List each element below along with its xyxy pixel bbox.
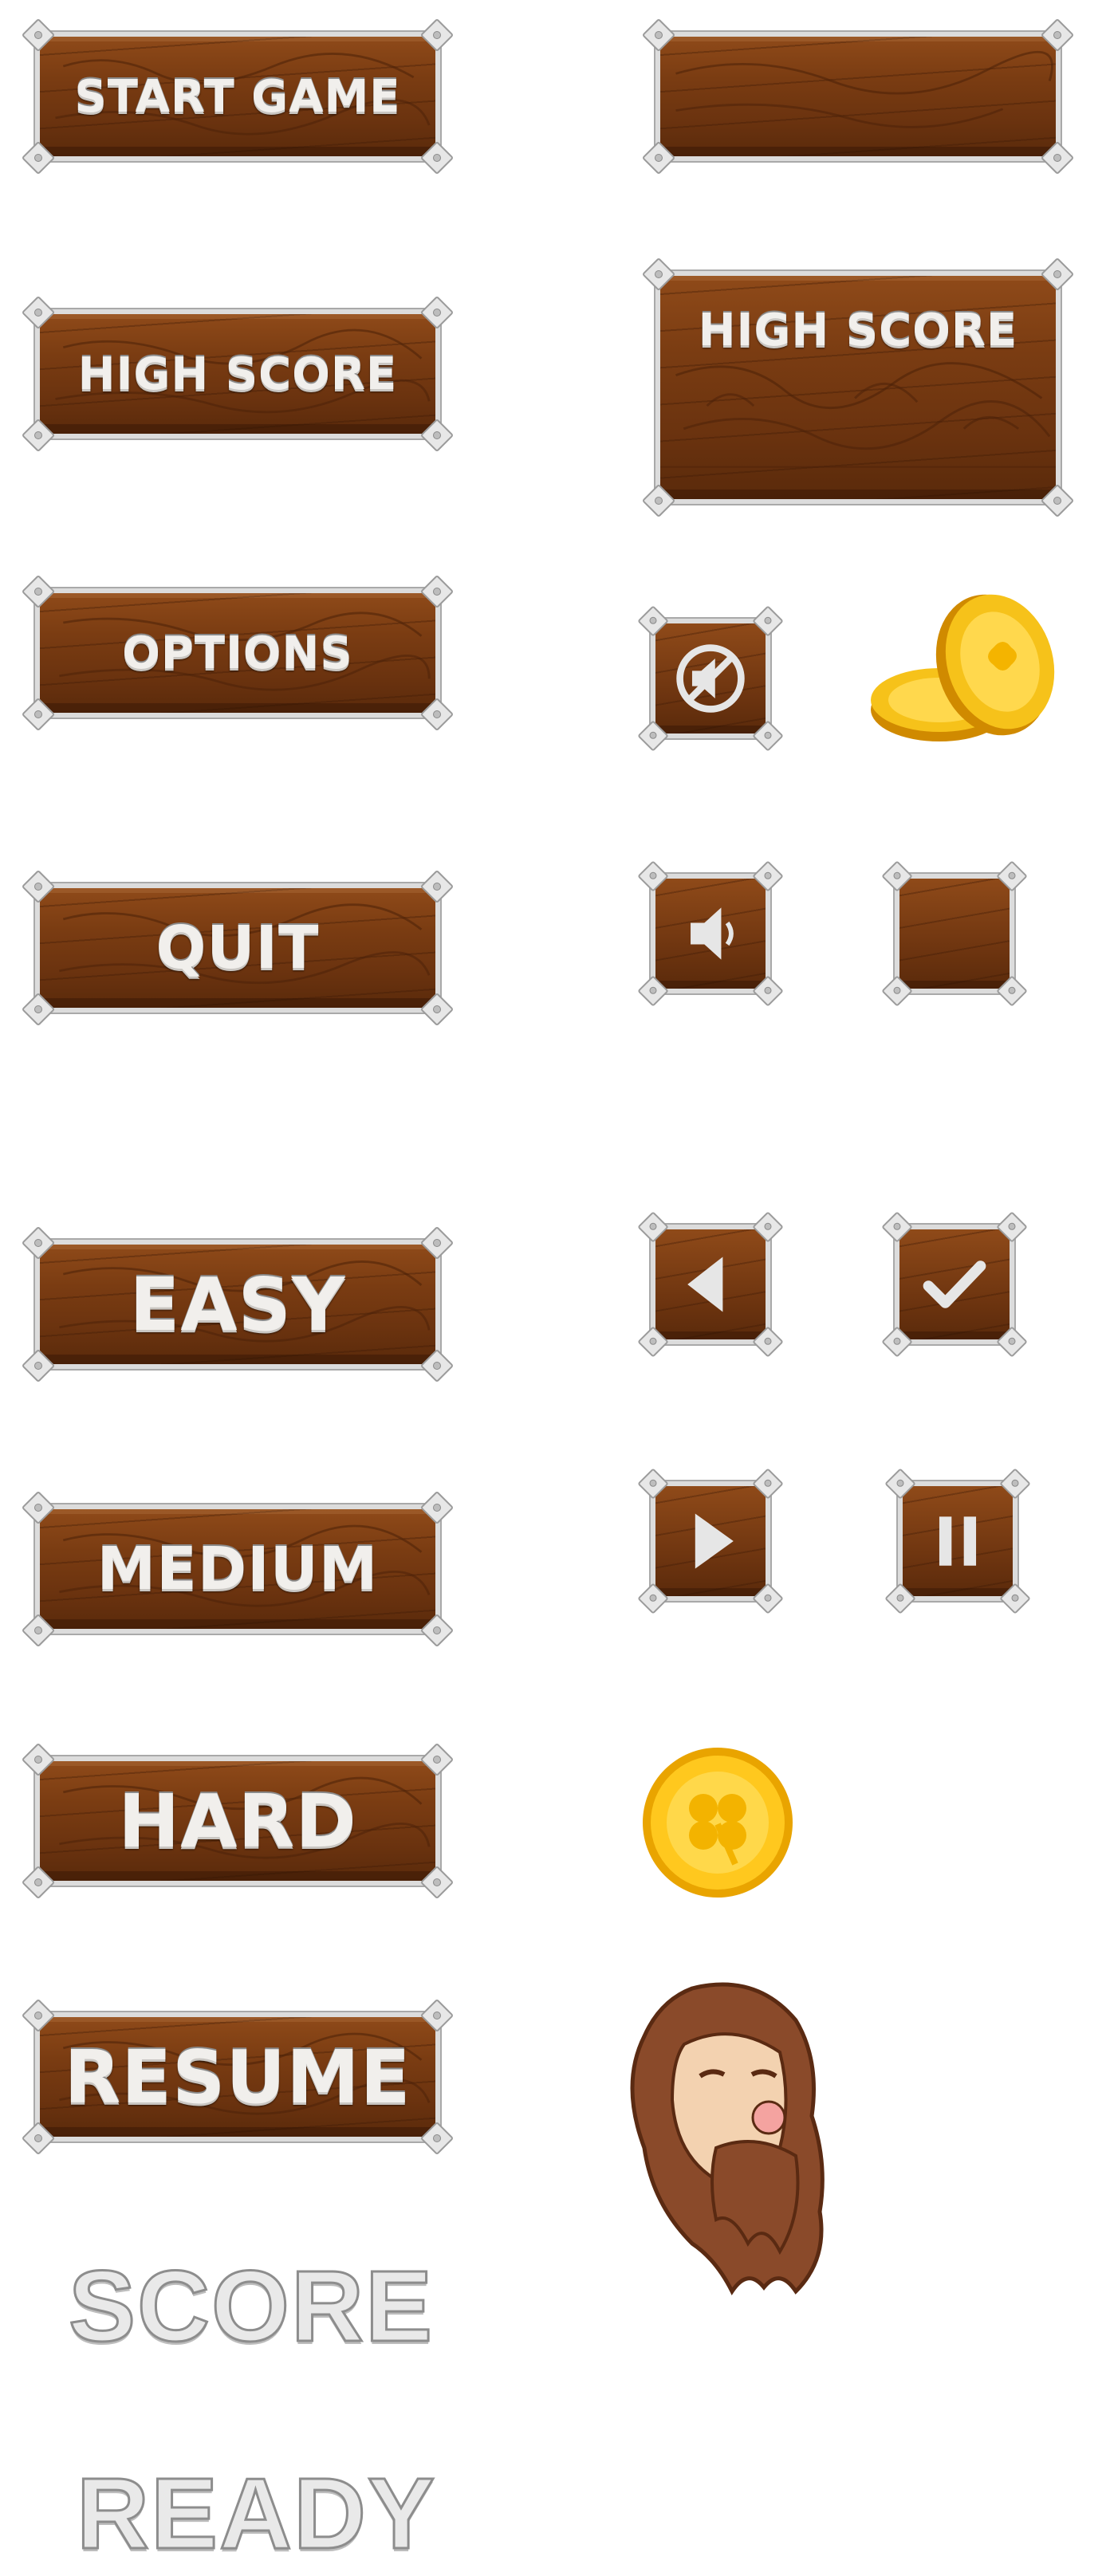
quit-label: QUIT [155, 914, 320, 982]
back-arrow-icon [687, 1257, 723, 1312]
options-button[interactable]: OPTIONS [21, 574, 455, 732]
resume-label: RESUME [64, 2034, 411, 2120]
ready-label: READY [75, 2456, 437, 2571]
score-label: SCORE [67, 2249, 435, 2364]
confirm-button[interactable] [881, 1211, 1028, 1358]
medium-label: MEDIUM [96, 1535, 379, 1603]
start-game-button[interactable]: START GAME [21, 18, 455, 175]
easy-label: EASY [129, 1261, 346, 1347]
high-score-panel: HIGH SCORE [641, 257, 1075, 518]
high-score-panel-title: HIGH SCORE [698, 305, 1018, 356]
bearded-dwarf-head [630, 1982, 825, 2295]
checkmark-icon [923, 1260, 986, 1308]
coin-stack-icon [871, 594, 1055, 741]
start-game-label: START GAME [74, 70, 401, 123]
back-button[interactable] [637, 1211, 784, 1358]
pause-button[interactable] [884, 1468, 1031, 1614]
mute-icon [676, 644, 745, 713]
pause-icon [939, 1516, 977, 1566]
blank-square-button[interactable] [881, 860, 1028, 1007]
resume-button[interactable]: RESUME [21, 1998, 455, 2156]
hard-button[interactable]: HARD [21, 1742, 455, 1900]
coin-icon [643, 1748, 793, 1898]
easy-button[interactable]: EASY [21, 1225, 455, 1383]
sound-icon [691, 907, 734, 960]
blank-plank-button[interactable] [641, 18, 1075, 175]
play-button[interactable] [637, 1468, 784, 1614]
play-icon [695, 1513, 734, 1569]
hard-label: HARD [118, 1778, 357, 1864]
sound-button[interactable] [637, 860, 784, 1007]
high-score-label: HIGH SCORE [77, 348, 398, 400]
options-label: OPTIONS [122, 627, 353, 679]
high-score-button[interactable]: HIGH SCORE [21, 295, 455, 453]
medium-button[interactable]: MEDIUM [21, 1490, 455, 1648]
mute-button[interactable] [637, 605, 784, 752]
quit-button[interactable]: QUIT [21, 869, 455, 1027]
